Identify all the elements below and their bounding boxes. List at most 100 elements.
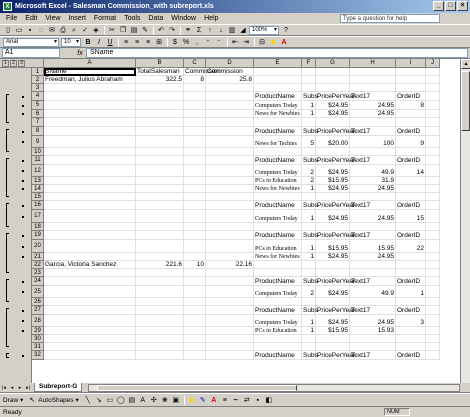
cell-j18[interactable] (426, 223, 440, 231)
cell-j6[interactable] (426, 110, 440, 118)
row-header[interactable]: 20 (32, 240, 44, 253)
cell-c18[interactable] (184, 223, 206, 231)
cell-j16[interactable] (426, 201, 440, 210)
cell-e23[interactable] (254, 269, 302, 277)
cell-c24[interactable] (184, 277, 206, 286)
cell-c12[interactable] (184, 165, 206, 177)
cell-e12[interactable]: Computers Today (254, 165, 302, 177)
wordart-icon[interactable]: A (138, 396, 148, 405)
next-sheet-icon[interactable]: ▸ (16, 384, 24, 392)
row-header[interactable]: 21 (32, 253, 44, 261)
font-name-select[interactable]: Arial (3, 37, 59, 47)
sheet-tab-subreport[interactable]: Subreport-G (34, 383, 83, 392)
cell-c31[interactable] (184, 343, 206, 351)
cell-d21[interactable] (206, 253, 254, 261)
borders-icon[interactable]: ⊟ (257, 38, 267, 47)
cell-h20[interactable]: 15.95 (350, 240, 396, 253)
cell-e31[interactable] (254, 343, 302, 351)
cell-i12[interactable]: 14 (396, 165, 426, 177)
column-header-i[interactable]: I (396, 59, 426, 68)
cell-b31[interactable] (136, 343, 184, 351)
cell-d31[interactable] (206, 343, 254, 351)
open-icon[interactable]: ▭ (14, 26, 24, 35)
cell-e24[interactable]: ProductName (254, 277, 302, 286)
cell-i9[interactable]: 9 (396, 136, 426, 148)
cell-i2[interactable] (396, 76, 426, 84)
cell-c21[interactable] (184, 253, 206, 261)
cell-a25[interactable] (44, 286, 136, 298)
menu-format[interactable]: Format (90, 15, 120, 22)
cell-f29[interactable]: 1 (302, 327, 316, 335)
cell-a27[interactable] (44, 306, 136, 315)
row-header[interactable]: 11 (32, 156, 44, 165)
cell-a10[interactable] (44, 148, 136, 156)
cell-h12[interactable]: 49.9 (350, 165, 396, 177)
row-header[interactable]: 14 (32, 185, 44, 193)
outline-group-bracket[interactable] (6, 203, 9, 227)
cell-b3[interactable] (136, 84, 184, 92)
cell-f21[interactable]: 1 (302, 253, 316, 261)
cell-b23[interactable] (136, 269, 184, 277)
cell-j2[interactable] (426, 76, 440, 84)
cell-j1[interactable] (426, 68, 440, 76)
cell-c30[interactable] (184, 335, 206, 343)
cell-e29[interactable]: PCs in Education (254, 327, 302, 335)
cell-b11[interactable] (136, 156, 184, 165)
cell-c32[interactable] (184, 351, 206, 360)
row-header[interactable]: 28 (32, 315, 44, 327)
cell-f12[interactable]: 2 (302, 165, 316, 177)
draw-font-color-icon[interactable]: A (209, 396, 219, 405)
row-header[interactable]: 2 (32, 76, 44, 84)
outline-level-1-button[interactable]: 1 (2, 59, 9, 67)
cell-g29[interactable]: $15.95 (316, 327, 350, 335)
cell-b29[interactable] (136, 327, 184, 335)
align-right-icon[interactable]: ≡ (143, 38, 153, 47)
cell-c5[interactable] (184, 101, 206, 110)
oval-icon[interactable]: ◯ (116, 396, 126, 405)
preview-icon[interactable]: ⌕ (69, 26, 79, 35)
help-search-input[interactable]: Type a question for help (340, 14, 440, 23)
row-header[interactable]: 25 (32, 286, 44, 298)
cell-j12[interactable] (426, 165, 440, 177)
cell-c15[interactable] (184, 193, 206, 201)
sort-asc-icon[interactable]: ↑ (205, 26, 215, 35)
row-header[interactable]: 8 (32, 127, 44, 136)
cell-h32[interactable]: Text17 (350, 351, 396, 360)
cell-a4[interactable] (44, 92, 136, 101)
cell-a24[interactable] (44, 277, 136, 286)
line-color-icon[interactable]: ✎ (198, 396, 208, 405)
row-header[interactable]: 5 (32, 101, 44, 110)
column-header-h[interactable]: H (350, 59, 396, 68)
cell-f8[interactable]: Subs (302, 127, 318, 136)
insert-function-icon[interactable]: fx (74, 50, 86, 57)
cell-h31[interactable] (350, 343, 396, 351)
cell-b19[interactable] (136, 231, 184, 240)
diagram-icon[interactable]: ✣ (149, 396, 159, 405)
cell-j14[interactable] (426, 185, 440, 193)
cell-h24[interactable]: Text17 (350, 277, 396, 286)
prev-sheet-icon[interactable]: ◂ (8, 384, 16, 392)
cell-g21[interactable]: $24.95 (316, 253, 350, 261)
cell-b14[interactable] (136, 185, 184, 193)
maximize-button[interactable]: □ (445, 1, 456, 11)
column-header-j[interactable]: J (426, 59, 440, 68)
row-header[interactable]: 29 (32, 327, 44, 335)
row-header[interactable]: 10 (32, 148, 44, 156)
cell-a8[interactable] (44, 127, 136, 136)
font-color-icon[interactable]: A (279, 38, 289, 47)
row-header[interactable]: 15 (32, 193, 44, 201)
line-style-icon[interactable]: ≡ (220, 396, 230, 405)
cell-d4[interactable] (206, 92, 254, 101)
cell-c6[interactable] (184, 110, 206, 118)
cell-g26[interactable] (316, 298, 350, 306)
cell-h10[interactable] (350, 148, 396, 156)
cell-d27[interactable] (206, 306, 254, 315)
column-header-d[interactable]: D (206, 59, 254, 68)
cell-e11[interactable]: ProductName (254, 156, 302, 165)
cell-g13[interactable]: $15.95 (316, 177, 350, 185)
cell-g8[interactable]: PricePerYear (316, 127, 355, 136)
cell-e7[interactable] (254, 118, 302, 127)
cell-i28[interactable]: 3 (396, 315, 426, 327)
cell-e13[interactable]: PCs in Education (254, 177, 302, 185)
scroll-up-icon[interactable]: ▲ (461, 59, 470, 69)
